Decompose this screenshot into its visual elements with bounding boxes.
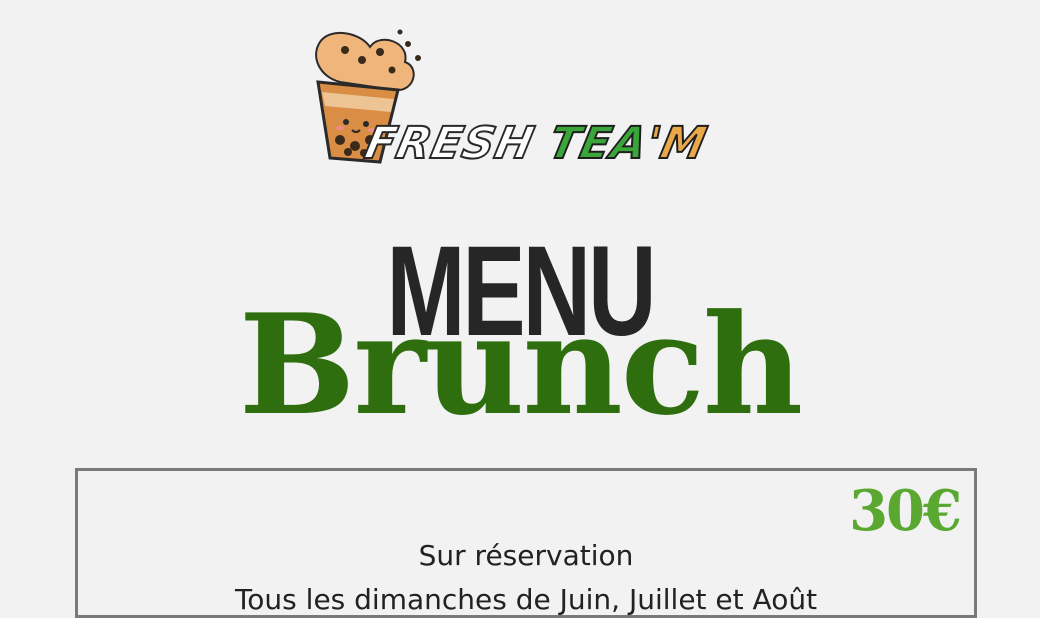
reservation-text: Sur réservation [418,539,634,572]
logo-word-tea: TEA [543,117,653,170]
logo-wordmark: FRESH TEA'M [360,117,713,170]
price-label: 30€ [849,478,962,544]
title-menu: MENU [386,220,656,363]
fresh-team-logo: FRESH TEA'M [300,22,720,192]
logo-word-m: M [655,117,713,170]
menu-info-card: 30€ Sur réservation Tous les dimanches d… [75,468,977,618]
logo-word-fresh: FRESH [360,117,540,170]
